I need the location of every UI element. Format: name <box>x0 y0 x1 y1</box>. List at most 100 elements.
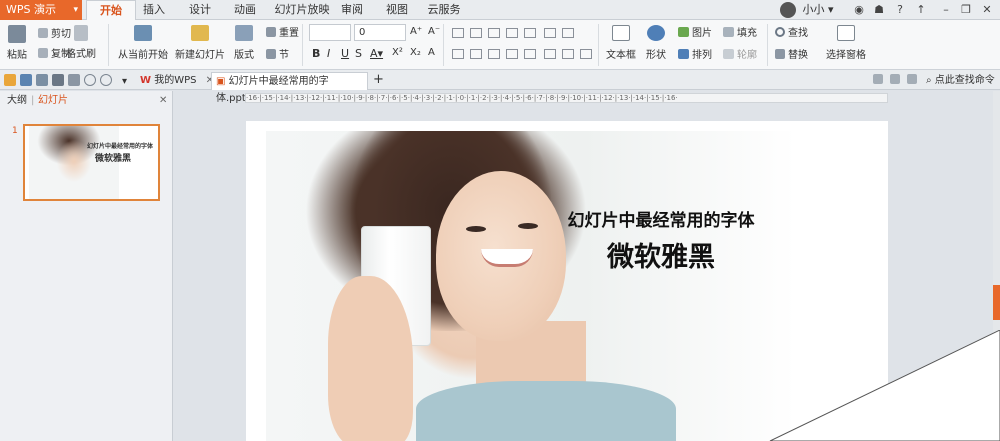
replace-icon <box>775 48 785 59</box>
new-tab-button[interactable]: + <box>369 71 388 89</box>
align-right-icon[interactable] <box>488 49 500 59</box>
strikethrough-button[interactable]: S <box>355 47 362 60</box>
selection-pane-button[interactable]: 选择窗格 <box>826 25 866 61</box>
tab-document[interactable]: ▣ 幻灯片中最经常用的字体.pptx <box>211 72 368 104</box>
help-icon[interactable]: ? <box>889 2 911 18</box>
bullets-icon[interactable] <box>452 28 464 38</box>
panel-tabs: 大纲 | 幻灯片 ✕ <box>0 91 173 111</box>
clear-format-button[interactable]: A <box>428 47 435 58</box>
share-icon[interactable] <box>890 74 900 84</box>
justify-icon[interactable] <box>506 49 518 59</box>
tab-slideshow[interactable]: 幻灯片放映 <box>272 0 332 20</box>
tab-view[interactable]: 视图 <box>380 0 414 20</box>
preview-icon[interactable] <box>68 74 80 86</box>
line-spacing-icon[interactable] <box>524 28 536 38</box>
decrease-indent-icon[interactable] <box>488 28 500 38</box>
slide-thumbnail[interactable]: 幻灯片中最经常用的字体 微软雅黑 <box>23 124 160 201</box>
document-tab-strip: ▾ W 我的WPS ✕ ▣ 幻灯片中最经常用的字体.pptx + ⌕ 点此查找命… <box>0 70 1000 104</box>
align-text-icon[interactable] <box>544 49 556 59</box>
redo-icon[interactable] <box>100 74 112 86</box>
tab-slides[interactable]: 幻灯片 <box>38 91 68 111</box>
fill-button[interactable]: 填充 <box>723 24 757 39</box>
section-button[interactable]: 节 <box>266 46 289 61</box>
arrange-button[interactable]: 排列 <box>678 46 712 61</box>
font-grow-button[interactable]: A⁺ <box>410 26 422 37</box>
layout-icon <box>235 25 253 41</box>
close-icon[interactable]: ✕ <box>976 2 998 18</box>
font-size-input[interactable]: 0 <box>354 24 406 41</box>
numbering-icon[interactable] <box>470 28 482 38</box>
section-label: 节 <box>279 50 289 61</box>
shape-label: 形状 <box>646 50 666 61</box>
italic-button[interactable]: I <box>327 47 330 60</box>
photo-eye <box>518 223 538 229</box>
find-button[interactable]: 查找 <box>775 24 808 39</box>
para-settings-icon[interactable] <box>580 49 592 59</box>
tab-animation[interactable]: 动画 <box>228 0 262 20</box>
paste-button[interactable]: 粘贴 <box>7 25 27 61</box>
search-icon <box>775 26 785 37</box>
align-left-icon[interactable] <box>452 49 464 59</box>
tab-design[interactable]: 设计 <box>183 0 217 20</box>
find-label: 查找 <box>788 28 808 39</box>
minimize-icon[interactable]: – <box>935 2 957 18</box>
tab-my-wps[interactable]: W 我的WPS ✕ <box>136 72 218 90</box>
app-menu-button[interactable]: WPS 演示 ▾ <box>0 0 82 20</box>
horizontal-ruler[interactable]: ·16·|·15·|·14·|·13·|·12·|·11·|·10·|·9·|·… <box>245 93 888 103</box>
font-color-button[interactable]: A▾ <box>370 47 383 60</box>
wps-logo-icon: W <box>140 75 152 86</box>
settings-icon[interactable] <box>907 74 917 84</box>
underline-button[interactable]: U <box>341 47 349 60</box>
replace-button[interactable]: 替换 <box>775 46 808 61</box>
distribute-icon[interactable] <box>524 49 536 59</box>
slide-title[interactable]: 幻灯片中最经常用的字体 <box>551 206 771 231</box>
tab-cloud[interactable]: 云服务 <box>424 0 464 20</box>
search-icon: ⌕ <box>926 75 932 86</box>
command-search[interactable]: ⌕ 点此查找命令 <box>922 72 999 90</box>
scrollbar-thumb[interactable] <box>993 285 1000 320</box>
layout-label: 版式 <box>234 50 254 61</box>
bold-button[interactable]: B <box>312 47 320 60</box>
text-direction-icon[interactable] <box>562 28 574 38</box>
export-icon[interactable] <box>36 74 48 86</box>
increase-indent-icon[interactable] <box>506 28 518 38</box>
font-name-input[interactable] <box>309 24 351 41</box>
shirt-icon[interactable]: ☗ <box>868 2 890 18</box>
font-shrink-button[interactable]: A⁻ <box>428 26 440 37</box>
new-slide-button[interactable]: 新建幻灯片 <box>175 25 225 61</box>
layout-button[interactable]: 版式 <box>234 25 254 61</box>
open-icon[interactable] <box>4 74 16 86</box>
format-painter-button[interactable]: 格式刷 <box>66 25 96 60</box>
smartart-icon[interactable] <box>562 49 574 59</box>
skin-icon[interactable]: ◉ <box>848 2 870 18</box>
slide-font-name[interactable]: 微软雅黑 <box>551 235 771 274</box>
tab-review[interactable]: 审阅 <box>335 0 369 20</box>
font-size-value: 0 <box>359 27 366 38</box>
pin-icon[interactable] <box>873 74 883 84</box>
superscript-button[interactable]: X² <box>392 47 403 58</box>
picture-button[interactable]: 图片 <box>678 24 712 39</box>
shape-button[interactable]: 形状 <box>646 25 666 61</box>
undo-icon[interactable] <box>84 74 96 86</box>
outline-button[interactable]: 轮廓 <box>723 46 757 61</box>
chevron-down-icon[interactable]: ▾ <box>118 73 131 91</box>
section-icon <box>266 48 276 59</box>
avatar[interactable] <box>780 2 796 18</box>
subscript-button[interactable]: X₂ <box>410 47 421 58</box>
user-area[interactable]: 小小 ▾ <box>780 0 834 20</box>
reset-button[interactable]: 重置 <box>266 24 299 39</box>
align-center-icon[interactable] <box>470 49 482 59</box>
text-box-button[interactable]: 文本框 <box>606 25 636 61</box>
play-from-current-button[interactable]: 从当前开始 <box>118 25 168 61</box>
tab-home[interactable]: 开始 <box>86 0 136 21</box>
close-icon[interactable]: ✕ <box>159 91 167 111</box>
print-icon[interactable] <box>52 74 64 86</box>
tab-outline[interactable]: 大纲 <box>7 91 27 111</box>
save-icon[interactable] <box>20 74 32 86</box>
restore-icon[interactable]: ❐ <box>955 2 977 18</box>
columns-icon[interactable] <box>544 28 556 38</box>
slide-photo[interactable] <box>266 131 796 441</box>
ribbon-toggle-icon[interactable]: ↑ <box>910 2 932 18</box>
replace-label: 替换 <box>788 50 808 61</box>
tab-insert[interactable]: 插入 <box>137 0 171 20</box>
